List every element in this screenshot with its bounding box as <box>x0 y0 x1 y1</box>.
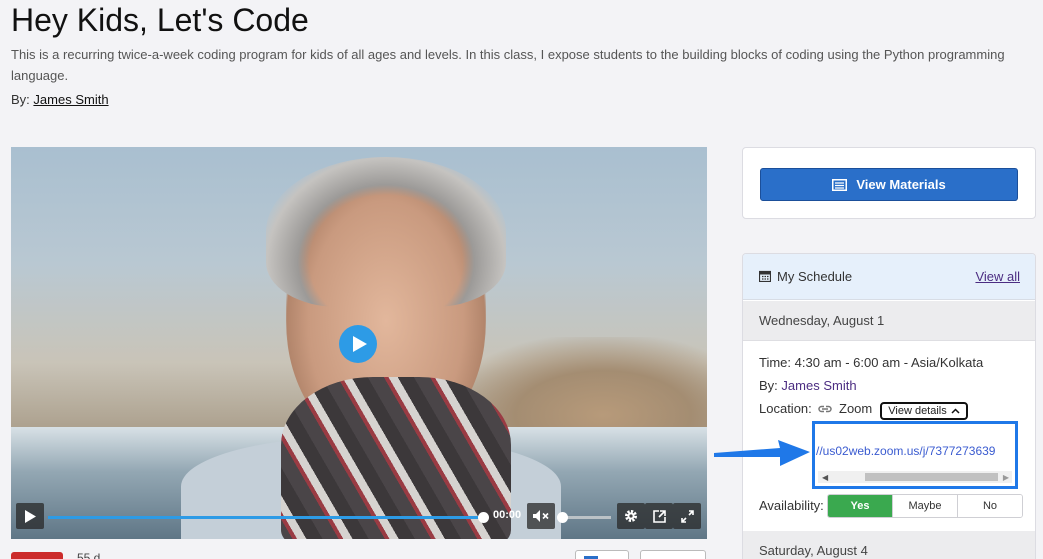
host-label: By: <box>759 378 778 393</box>
schedule-card: My Schedule View all Wednesday, August 1… <box>742 253 1036 559</box>
video-player[interactable]: 00:00 <box>11 147 707 539</box>
bottom-meta-text: 55 d <box>77 551 101 559</box>
author-link[interactable]: James Smith <box>33 92 108 107</box>
big-play-button[interactable] <box>339 325 377 363</box>
event-host: By: James Smith <box>759 378 857 393</box>
external-link-icon <box>652 509 666 523</box>
list-icon <box>832 178 848 191</box>
availability-label: Availability: <box>759 498 824 513</box>
meeting-url[interactable]: //us02web.zoom.us/j/7377273639 <box>816 444 995 458</box>
time-value: 4:30 am - 6:00 am - Asia/Kolkata <box>794 355 984 370</box>
fullscreen-button[interactable] <box>673 503 701 529</box>
popout-button[interactable] <box>645 503 673 529</box>
mute-button[interactable] <box>527 503 555 529</box>
play-button[interactable] <box>16 503 44 529</box>
play-icon <box>24 509 36 523</box>
horizontal-scrollbar[interactable]: ◀ ▶ <box>818 471 1012 483</box>
time-display: 00:00 <box>493 509 522 521</box>
view-all-link[interactable]: View all <box>975 269 1020 284</box>
availability-selector: Yes Maybe No <box>827 494 1023 518</box>
fullscreen-icon <box>680 509 694 523</box>
play-icon <box>352 336 367 352</box>
event-time: Time: 4:30 am - 6:00 am - Asia/Kolkata <box>759 355 983 370</box>
chevron-up-icon <box>951 408 960 414</box>
availability-no[interactable]: No <box>958 495 1022 517</box>
video-controls: 00:00 <box>11 503 707 533</box>
author-line: By: James Smith <box>11 92 109 107</box>
host-link[interactable]: James Smith <box>781 378 856 393</box>
schedule-title: My Schedule <box>777 269 853 284</box>
volume-slider[interactable] <box>563 516 611 519</box>
progress-bar[interactable] <box>48 516 482 519</box>
time-label: Time: <box>759 355 792 370</box>
view-materials-label: View Materials <box>856 177 946 192</box>
page-description: This is a recurring twice-a-week coding … <box>11 47 1005 83</box>
settings-button[interactable] <box>617 503 645 529</box>
bottom-action-button[interactable] <box>575 550 629 559</box>
scrollbar-thumb[interactable] <box>865 473 998 481</box>
link-icon <box>818 405 833 413</box>
annotation-arrow-icon <box>714 440 810 466</box>
video-person-hair <box>266 157 506 307</box>
day-header: Saturday, August 4 <box>743 531 1035 559</box>
muted-speaker-icon <box>533 510 549 522</box>
view-materials-button[interactable]: View Materials <box>760 168 1018 201</box>
gear-icon <box>625 510 637 522</box>
calendar-icon <box>759 270 771 282</box>
scroll-left-icon[interactable]: ◀ <box>822 473 828 482</box>
by-label: By: <box>11 92 30 107</box>
volume-handle[interactable] <box>557 512 568 523</box>
schedule-header: My Schedule View all <box>743 254 1035 300</box>
meeting-url-box[interactable]: //us02web.zoom.us/j/7377273639 ◀ ▶ <box>812 421 1018 489</box>
availability-yes[interactable]: Yes <box>828 495 893 517</box>
scroll-right-icon[interactable]: ▶ <box>1003 473 1009 482</box>
location-label: Location: <box>759 401 812 416</box>
materials-card: View Materials <box>742 147 1036 219</box>
bottom-secondary-button[interactable] <box>640 550 706 559</box>
location-value: Zoom <box>839 401 873 416</box>
event-location: Location: Zoom <box>759 401 872 416</box>
progress-handle[interactable] <box>478 512 489 523</box>
view-details-label: View details <box>888 405 947 417</box>
view-details-button[interactable]: View details <box>880 402 968 420</box>
day-header: Wednesday, August 1 <box>743 301 1035 341</box>
availability-maybe[interactable]: Maybe <box>893 495 958 517</box>
live-badge <box>11 552 63 559</box>
page-title: Hey Kids, Let's Code <box>11 2 309 38</box>
